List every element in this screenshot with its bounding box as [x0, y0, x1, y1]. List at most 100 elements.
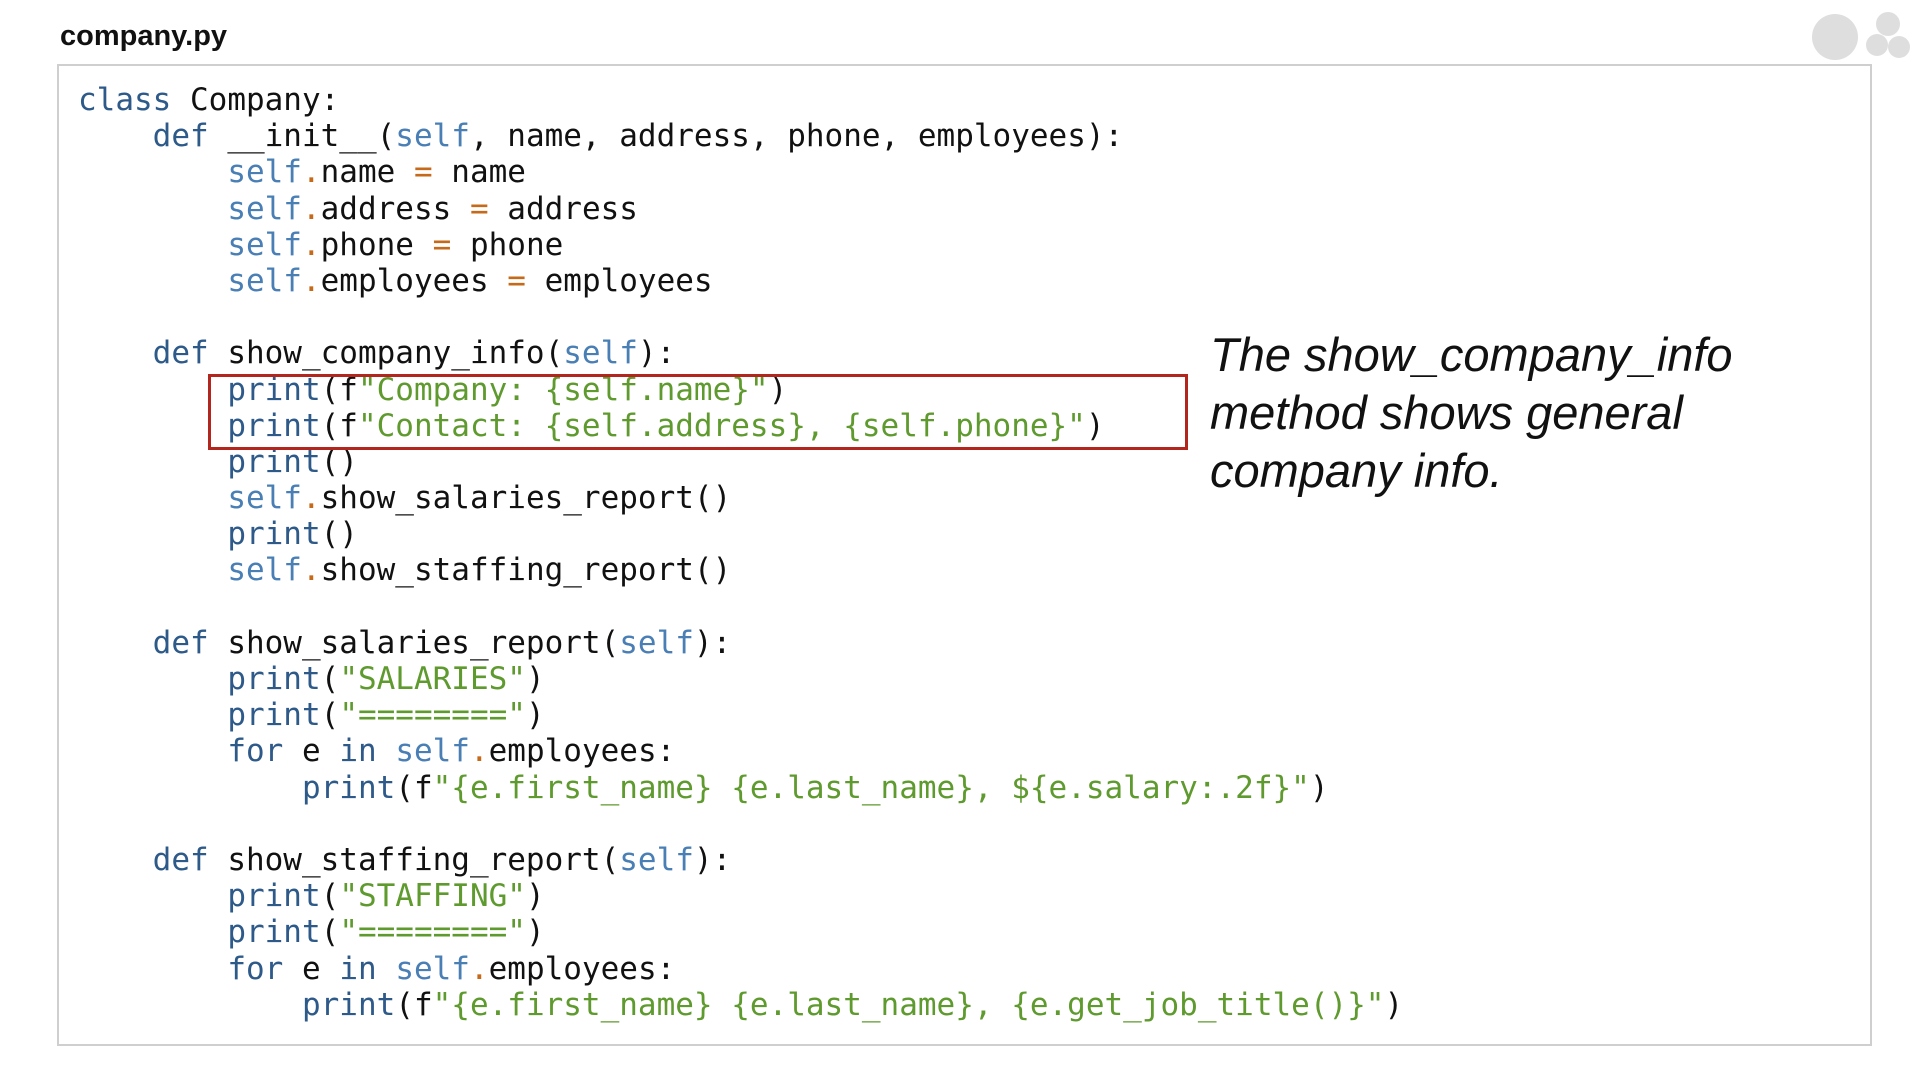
code-line: self.phone = phone [78, 227, 1403, 263]
code-token: show_salaries_report( [208, 624, 620, 661]
code-token: (f [395, 769, 433, 806]
code-token: ): [693, 841, 732, 878]
code-token: "========" [339, 914, 526, 951]
code-token: e [283, 950, 340, 987]
code-token: def [152, 335, 209, 372]
code-token: . [301, 552, 321, 589]
code-token: employees [525, 262, 713, 299]
code-line: self.employees = employees [78, 263, 1403, 299]
code-line: print("SALARIES") [78, 661, 1403, 697]
code-token: self [227, 480, 302, 517]
code-token: in [339, 950, 377, 987]
code-token: e [283, 733, 340, 770]
code-token: print [227, 914, 321, 951]
dot-small-top-icon [1876, 12, 1900, 36]
code-token: self [227, 190, 302, 227]
annotation-text: The show_company_info method shows gener… [1210, 328, 1733, 497]
code-token: ): [637, 335, 676, 372]
code-token: class [78, 82, 172, 118]
code-line: for e in self.employees: [78, 733, 1403, 769]
code-token: () [320, 516, 358, 553]
code-token: . [301, 480, 321, 517]
code-token: show_staffing_report( [208, 841, 620, 878]
code-line: class Company: [78, 82, 1403, 118]
code-token: "{e.first_name} {e.last_name}, ${e.salar… [432, 769, 1310, 806]
file-title: company.py [60, 20, 228, 52]
code-token: self [395, 733, 470, 770]
code-token: "========" [339, 697, 526, 734]
code-line: print("STAFFING") [78, 878, 1403, 914]
code-token: print [301, 769, 396, 806]
code-token: show_company_info( [208, 335, 564, 372]
code-token: , name, address, phone, employees): [469, 118, 1124, 155]
code-token: employees [320, 262, 508, 299]
code-line: def __init__(self, name, address, phone,… [78, 118, 1403, 154]
code-token: . [301, 262, 321, 299]
code-token: ( [320, 878, 340, 915]
code-token: . [469, 733, 489, 770]
code-line: for e in self.employees: [78, 951, 1403, 987]
code-token: self [227, 262, 302, 299]
code-token: . [301, 190, 321, 227]
dot-small-bottom-right-icon [1888, 36, 1910, 58]
code-token: employees: [488, 733, 676, 770]
code-token: "{e.first_name} {e.last_name}, {e.get_jo… [432, 986, 1385, 1023]
code-line: self.address = address [78, 191, 1403, 227]
code-token: self [227, 552, 302, 589]
code-token: __init__( [208, 118, 396, 155]
code-line: print("========") [78, 697, 1403, 733]
dot-large-icon [1812, 14, 1858, 60]
code-line: self.name = name [78, 154, 1403, 190]
code-token: Company: [171, 82, 340, 118]
code-token: employees: [488, 950, 676, 987]
code-token: print [227, 697, 321, 734]
code-token: for [227, 950, 284, 987]
code-token: . [469, 950, 489, 987]
code-token: ( [320, 914, 340, 951]
code-token: ( [320, 697, 340, 734]
code-token: self [395, 950, 470, 987]
code-token: def [152, 841, 209, 878]
code-token: for [227, 733, 284, 770]
code-line: self.show_salaries_report() [78, 480, 1403, 516]
code-line: print(f"{e.first_name} {e.last_name}, {e… [78, 987, 1403, 1023]
code-token: = [507, 262, 526, 299]
code-token: self [619, 841, 694, 878]
code-line: def show_company_info(self): [78, 335, 1403, 371]
highlight-box [208, 374, 1188, 450]
code-token: "SALARIES" [339, 661, 526, 697]
code-token: ): [693, 624, 732, 661]
code-token: self [563, 335, 638, 372]
code-token: ) [525, 661, 545, 697]
code-block: class Company: def __init__(self, name, … [78, 82, 1403, 1023]
code-line: print() [78, 516, 1403, 552]
code-token: = [469, 190, 489, 227]
code-token: ) [1309, 769, 1329, 806]
code-token: ) [525, 697, 545, 734]
dot-small-bottom-left-icon [1866, 34, 1888, 56]
code-token: phone [451, 226, 564, 263]
code-token: address [488, 190, 638, 227]
